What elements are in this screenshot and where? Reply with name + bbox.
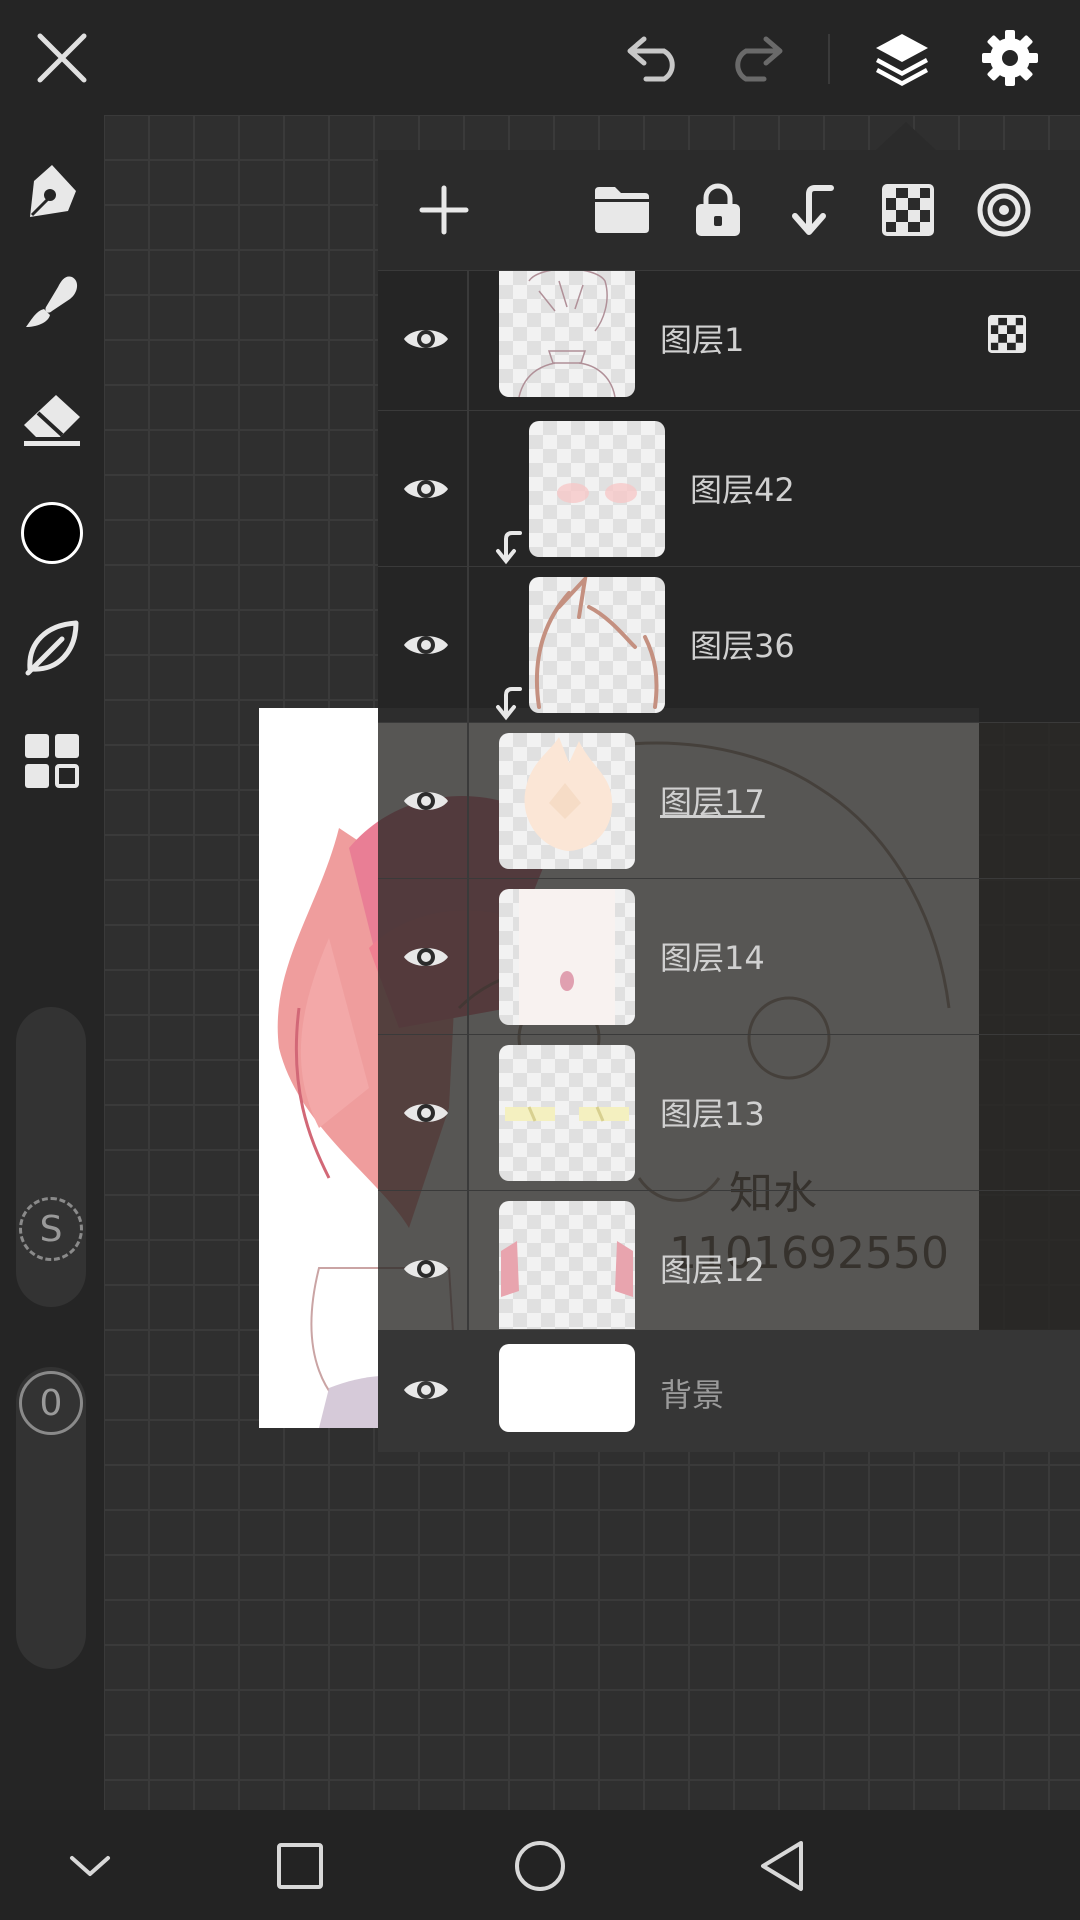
eye-icon[interactable] <box>396 615 456 675</box>
eye-icon[interactable] <box>396 771 456 831</box>
alpha-lock-icon[interactable] <box>872 174 944 246</box>
layers-panel: 图层1 图层42 图层36 图层17 图层14 图层13 图层12 背景 <box>378 150 1080 1452</box>
opacity-slider[interactable]: 0 <box>16 1367 86 1669</box>
add-layer-icon[interactable] <box>408 174 480 246</box>
row-divider <box>467 1191 469 1330</box>
layer-thumbnail <box>499 733 635 869</box>
layer-row[interactable]: 图层12 <box>378 1190 1080 1330</box>
eraser-icon[interactable] <box>16 383 88 455</box>
layer-name: 图层13 <box>660 1095 765 1133</box>
recents-icon[interactable] <box>268 1834 332 1898</box>
layer-thumbnail <box>529 421 665 557</box>
close-icon[interactable] <box>26 22 98 94</box>
row-divider <box>467 879 469 1034</box>
layer-thumbnail <box>499 1344 635 1432</box>
brush-icon[interactable] <box>16 265 88 337</box>
layer-name: 图层36 <box>690 627 795 665</box>
settings-icon[interactable] <box>974 22 1046 94</box>
system-nav-bar <box>0 1810 1080 1920</box>
brush-size-slider[interactable]: S <box>16 1007 86 1307</box>
opacity-knob[interactable]: 0 <box>19 1371 83 1435</box>
toolbar-divider <box>828 34 830 84</box>
brush-size-label: S <box>39 1208 63 1250</box>
redo-icon[interactable] <box>718 22 790 94</box>
layer-name: 图层12 <box>660 1251 765 1289</box>
blend-icon[interactable] <box>968 174 1040 246</box>
layer-row[interactable]: 图层36 <box>378 566 1080 722</box>
layers-panel-toolbar <box>378 150 1080 270</box>
layer-name: 图层1 <box>660 321 745 359</box>
clip-arrow-icon <box>496 687 522 721</box>
layer-name: 图层17 <box>660 783 765 821</box>
layer-row[interactable]: 图层14 <box>378 878 1080 1034</box>
folder-icon[interactable] <box>586 174 658 246</box>
eye-icon[interactable] <box>396 1360 456 1420</box>
left-toolbar: S 0 <box>0 115 104 1810</box>
layer-thumbnail <box>529 577 665 713</box>
layer-name: 背景 <box>660 1376 725 1414</box>
pen-icon[interactable] <box>16 155 88 227</box>
home-icon[interactable] <box>508 1834 572 1898</box>
eye-icon[interactable] <box>396 459 456 519</box>
layer-thumbnail <box>499 271 635 397</box>
color-swatch[interactable] <box>16 497 88 569</box>
layer-thumbnail <box>499 1201 635 1329</box>
layers-icon[interactable] <box>866 22 938 94</box>
row-divider <box>467 411 469 566</box>
row-divider <box>467 723 469 878</box>
layer-name: 图层42 <box>690 471 795 509</box>
panel-pointer <box>876 122 936 150</box>
grid-icon[interactable] <box>16 725 88 797</box>
alpha-lock-icon[interactable] <box>988 315 1028 355</box>
eye-icon[interactable] <box>396 927 456 987</box>
layer-thumbnail <box>499 1045 635 1181</box>
layer-name: 图层14 <box>660 939 765 977</box>
clip-icon[interactable] <box>776 174 848 246</box>
undo-icon[interactable] <box>620 22 692 94</box>
layer-row[interactable]: 图层17 <box>378 722 1080 878</box>
back-icon[interactable] <box>750 1834 814 1898</box>
eye-icon[interactable] <box>396 309 456 369</box>
layer-row[interactable]: 图层1 <box>378 270 1080 410</box>
clip-arrow-icon <box>496 531 522 565</box>
brush-size-knob[interactable]: S <box>19 1197 83 1261</box>
layer-row-background[interactable]: 背景 <box>378 1330 1080 1452</box>
row-divider <box>467 567 469 722</box>
leaf-icon[interactable] <box>16 611 88 683</box>
layer-row[interactable]: 图层42 <box>378 410 1080 566</box>
row-divider <box>467 1035 469 1190</box>
opacity-label: 0 <box>39 1382 63 1424</box>
layer-thumbnail <box>499 889 635 1025</box>
top-toolbar <box>0 0 1080 115</box>
chevron-down-icon[interactable] <box>58 1834 122 1898</box>
layer-row[interactable]: 图层13 <box>378 1034 1080 1190</box>
row-divider <box>467 271 469 410</box>
lock-icon[interactable] <box>682 174 754 246</box>
eye-icon[interactable] <box>396 1239 456 1299</box>
eye-icon[interactable] <box>396 1083 456 1143</box>
